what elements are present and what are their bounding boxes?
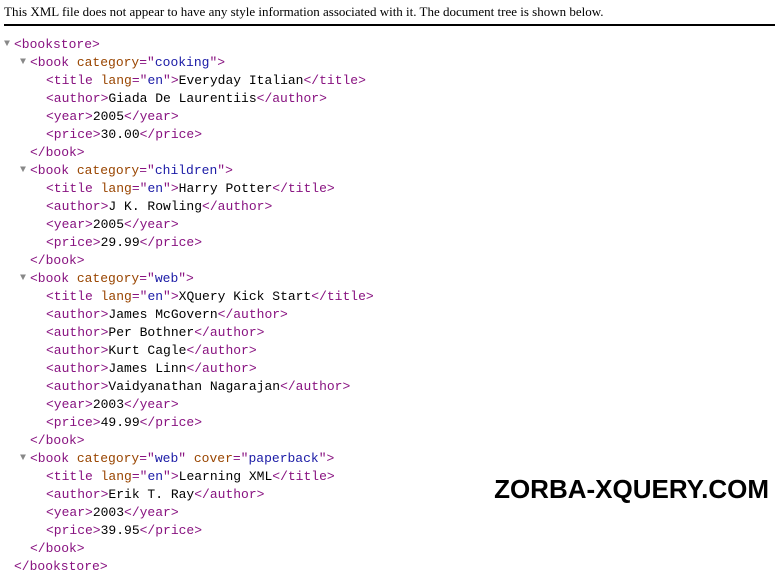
- price-element[interactable]: <price>30.00</price>: [4, 126, 775, 144]
- year-element[interactable]: <year>2003</year>: [4, 504, 775, 522]
- watermark: ZORBA-XQUERY.COM: [494, 474, 769, 505]
- expand-toggle-icon[interactable]: ▼: [20, 270, 30, 288]
- book-close[interactable]: </book>: [4, 144, 775, 162]
- price-element[interactable]: <price>29.99</price>: [4, 234, 775, 252]
- price-element[interactable]: <price>39.95</price>: [4, 522, 775, 540]
- expand-toggle-icon[interactable]: ▼: [20, 54, 30, 72]
- author-element[interactable]: <author>Kurt Cagle</author>: [4, 342, 775, 360]
- bookstore-open[interactable]: ▼<bookstore>: [4, 36, 775, 54]
- author-element[interactable]: <author>Per Bothner</author>: [4, 324, 775, 342]
- notice-text: This XML file does not appear to have an…: [4, 4, 775, 24]
- title-element[interactable]: <title lang="en">XQuery Kick Start</titl…: [4, 288, 775, 306]
- expand-toggle-icon[interactable]: ▼: [20, 162, 30, 180]
- title-element[interactable]: <title lang="en">Harry Potter</title>: [4, 180, 775, 198]
- book-open[interactable]: ▼<book category="cooking">: [4, 54, 775, 72]
- title-element[interactable]: <title lang="en">Everyday Italian</title…: [4, 72, 775, 90]
- year-element[interactable]: <year>2005</year>: [4, 108, 775, 126]
- book-open[interactable]: ▼<book category="web">: [4, 270, 775, 288]
- price-element[interactable]: <price>49.99</price>: [4, 414, 775, 432]
- year-element[interactable]: <year>2005</year>: [4, 216, 775, 234]
- author-element[interactable]: <author>James McGovern</author>: [4, 306, 775, 324]
- book-close[interactable]: </book>: [4, 252, 775, 270]
- year-element[interactable]: <year>2003</year>: [4, 396, 775, 414]
- author-element[interactable]: <author>J K. Rowling</author>: [4, 198, 775, 216]
- divider: [4, 24, 775, 26]
- book-close[interactable]: </book>: [4, 432, 775, 450]
- author-element[interactable]: <author>Giada De Laurentiis</author>: [4, 90, 775, 108]
- book-close[interactable]: </book>: [4, 540, 775, 558]
- expand-toggle-icon[interactable]: ▼: [20, 450, 30, 468]
- author-element[interactable]: <author>Vaidyanathan Nagarajan</author>: [4, 378, 775, 396]
- bookstore-close[interactable]: </bookstore>: [4, 558, 775, 576]
- book-open[interactable]: ▼<book category="children">: [4, 162, 775, 180]
- book-open[interactable]: ▼<book category="web" cover="paperback">: [4, 450, 775, 468]
- expand-toggle-icon[interactable]: ▼: [4, 36, 14, 54]
- author-element[interactable]: <author>James Linn</author>: [4, 360, 775, 378]
